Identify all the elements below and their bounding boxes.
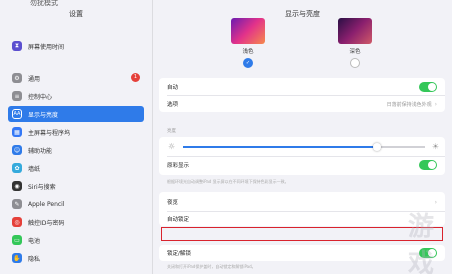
true-tone-toggle[interactable]: [419, 160, 437, 170]
options-label: 选项: [167, 102, 179, 108]
sidebar-item-label: 触控ID与密码: [28, 219, 65, 227]
notification-badge: 1: [131, 73, 140, 82]
pencil-icon: ✎: [12, 199, 22, 209]
sidebar-item-label: 电池: [28, 237, 41, 245]
slider-track: [183, 143, 425, 151]
sidebar-item-touch-id-passcode[interactable]: ◎ 触控ID与密码: [8, 214, 144, 230]
auto-toggle[interactable]: [419, 82, 437, 92]
lock-note: 关闭和打开iPad保护盖时，自动锁定和解锁iPad。: [167, 264, 256, 269]
chevron-right-icon: ›: [434, 100, 437, 108]
brightness-panel: ☼ ☀ 原彩显示: [159, 137, 445, 175]
watermark: 游戏: [408, 212, 436, 274]
lock-unlock-row: 锁定/解锁: [167, 245, 437, 261]
true-tone-row: 原彩显示: [167, 157, 437, 173]
sidebar-item-label: Apple Pencil: [28, 200, 65, 208]
page-title: 显示与亮度: [285, 10, 320, 18]
sidebar-item-wallpaper[interactable]: ✿ 墙纸: [8, 160, 144, 176]
sun-small-icon: ☼: [168, 142, 176, 151]
grid-icon: ▦: [12, 127, 22, 137]
battery-icon: ▭: [12, 235, 22, 245]
brightness-slider[interactable]: ☼ ☀: [159, 139, 445, 153]
slider-knob[interactable]: [372, 143, 381, 151]
sidebar-item-battery[interactable]: ▭ 电池: [8, 232, 144, 248]
sidebar-item-label: 主屏幕与程序坞: [28, 129, 71, 137]
slider-fill: [183, 146, 377, 148]
lock-unlock-label: 锁定/解锁: [167, 251, 191, 257]
sidebar-item-control-center[interactable]: ≡ 控制中心: [8, 88, 144, 104]
auto-lock-highlight: [161, 227, 443, 241]
siri-icon: ◉: [12, 181, 22, 191]
sidebar-item-siri-search[interactable]: ◉ Siri与搜索: [8, 178, 144, 194]
checkmark-icon[interactable]: ✓: [243, 58, 253, 68]
sidebar: 勿扰模式 设置 ⧗ 屏幕使用时间 ⚙ 通用 1 ≡ 控制中心 AA 显示与亮度 …: [0, 0, 153, 274]
dark-theme-preview: [338, 18, 372, 44]
sidebar-item-label: Siri与搜索: [28, 183, 56, 191]
theme-light-option[interactable]: 浅色 ✓: [228, 18, 268, 68]
sidebar-item-screen-time[interactable]: ⧗ 屏幕使用时间: [8, 38, 144, 54]
sidebar-item-label: 辅助功能: [28, 147, 53, 155]
sidebar-title: 设置: [69, 10, 83, 18]
hourglass-icon: ⧗: [12, 41, 22, 51]
accessibility-icon: ☺: [12, 145, 22, 155]
sidebar-item-label: 控制中心: [28, 93, 53, 101]
night-shift-row[interactable]: 夜览 ›: [167, 194, 437, 210]
radio-empty-icon[interactable]: [350, 58, 360, 68]
true-tone-label: 原彩显示: [167, 163, 190, 169]
auto-lock-row[interactable]: 自动锁定: [167, 211, 437, 227]
flower-icon: ✿: [12, 163, 22, 173]
sidebar-item-privacy[interactable]: ✋ 隐私: [8, 250, 144, 266]
aa-icon: AA: [12, 109, 22, 119]
sidebar-item-display-brightness[interactable]: AA 显示与亮度: [8, 106, 144, 122]
chevron-right-icon: ›: [434, 198, 437, 206]
auto-label: 自动: [167, 85, 179, 91]
sidebar-item-label: 隐私: [28, 255, 41, 263]
theme-light-label: 浅色: [242, 49, 254, 55]
lock-panel: 夜览 › 自动锁定: [159, 192, 445, 226]
sidebar-item-label: 屏幕使用时间: [28, 43, 65, 51]
sidebar-item-apple-pencil[interactable]: ✎ Apple Pencil: [8, 196, 144, 212]
auto-row: 自动: [167, 79, 437, 95]
main-content: 显示与亮度 浅色 ✓ 深色 自动 选项 日落前保持浅色外观 › 亮度 ☼ ☀ 原…: [153, 0, 452, 274]
brightness-header: 亮度: [167, 129, 176, 134]
sidebar-item-general[interactable]: ⚙ 通用 1: [8, 70, 144, 86]
sidebar-item-home-screen-dock[interactable]: ▦ 主屏幕与程序坞: [8, 124, 144, 140]
true-tone-note: 根据环境光自动调整iPad 显示屏以在不同环境下保持色彩显示一致。: [167, 179, 289, 184]
options-value: 日落前保持浅色外观: [386, 101, 432, 108]
hand-icon: ✋: [12, 253, 22, 263]
sidebar-item-label: 墙纸: [28, 165, 41, 173]
sidebar-item-label: 显示与亮度: [28, 111, 59, 119]
theme-dark-option[interactable]: 深色: [335, 18, 375, 68]
sidebar-item-label: 通用: [28, 75, 41, 83]
night-shift-label: 夜览: [167, 200, 179, 206]
gear-icon: ⚙: [12, 73, 22, 83]
fingerprint-icon: ◎: [12, 217, 22, 227]
theme-dark-label: 深色: [349, 49, 361, 55]
options-row[interactable]: 选项 日落前保持浅色外观 ›: [167, 96, 437, 112]
lock-unlock-panel: 锁定/解锁: [159, 245, 445, 261]
auto-lock-label: 自动锁定: [167, 217, 190, 223]
light-theme-preview: [231, 18, 265, 44]
sidebar-item-accessibility[interactable]: ☺ 辅助功能: [8, 142, 144, 158]
sun-large-icon: ☀: [431, 142, 439, 151]
appearance-panel: 自动 选项 日落前保持浅色外观 ›: [159, 78, 445, 112]
sidebar-item-do-not-disturb[interactable]: 勿扰模式: [30, 0, 58, 8]
switches-icon: ≡: [12, 91, 22, 101]
